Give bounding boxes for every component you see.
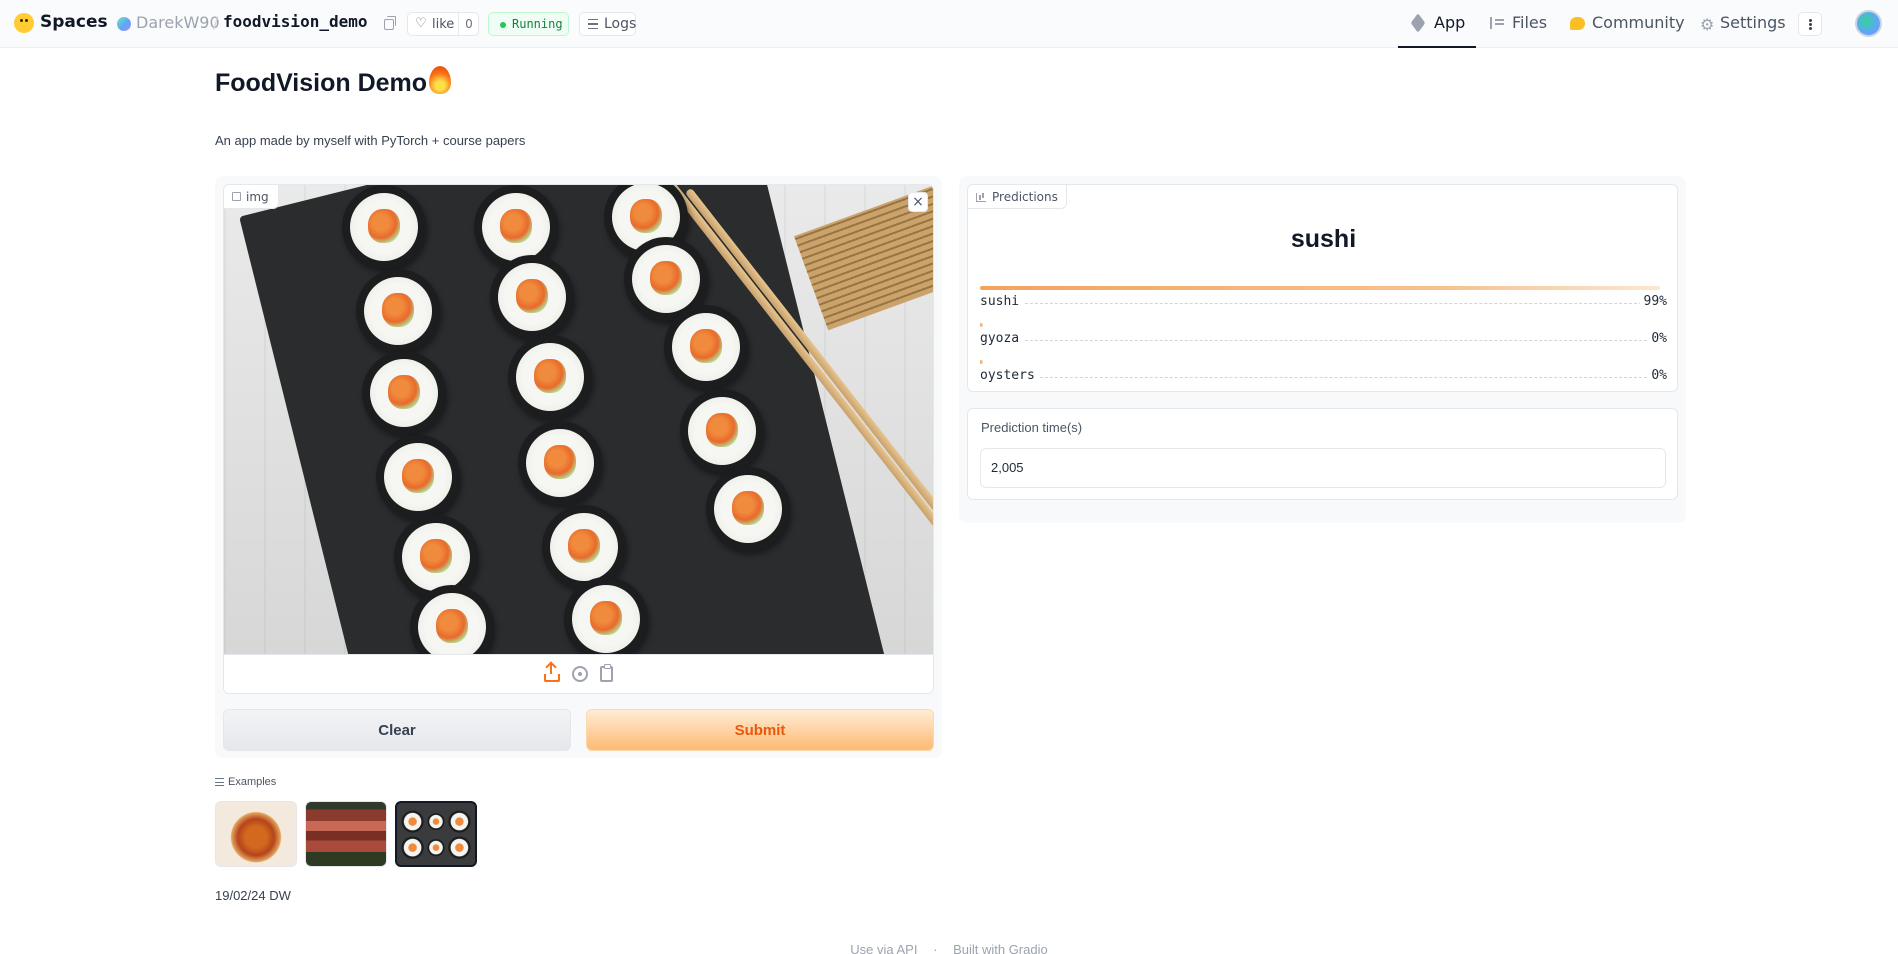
confidence-bar (980, 286, 1661, 290)
remove-image-button[interactable]: × (908, 192, 928, 212)
clear-button[interactable]: Clear (223, 709, 571, 751)
confidence-bar (980, 323, 983, 327)
submit-button[interactable]: Submit (586, 709, 934, 751)
tab-community[interactable]: Community (1568, 0, 1685, 48)
kebab-icon (1809, 19, 1812, 22)
page-description: An app made by myself with PyTorch + cou… (215, 133, 526, 148)
uploaded-food-image (224, 185, 933, 654)
class-name: gyoza (980, 331, 1024, 346)
prediction-time-label: Prediction time(s) (981, 420, 1083, 435)
article-text: 19/02/24 DW (215, 888, 291, 903)
tab-community-label: Community (1592, 13, 1685, 32)
image-input[interactable]: img × (223, 184, 934, 694)
owner-link[interactable]: DarekW90 (136, 13, 220, 32)
list-icon (215, 778, 224, 786)
class-percent: 0% (1647, 331, 1667, 346)
examples-heading: Examples (215, 776, 276, 788)
output-panel: Predictions sushi sushi 99% gyoza 0% oys… (959, 176, 1686, 523)
examples-label: Examples (228, 776, 277, 788)
sushi-roll (680, 389, 764, 473)
image-source-toolbar (224, 654, 933, 693)
example-thumbnail-steak[interactable] (305, 801, 387, 867)
class-name: oysters (980, 368, 1039, 383)
prediction-time-output: Prediction time(s) 2,005 (967, 408, 1678, 500)
tab-settings-label: Settings (1720, 13, 1786, 32)
gradio-footer: Use via API · Built with Gradio (0, 942, 1898, 954)
predictions-output: Predictions sushi sushi 99% gyoza 0% oys… (967, 184, 1678, 392)
sushi-roll (362, 351, 446, 435)
status-badge: Running (488, 12, 569, 36)
owner-avatar (117, 17, 131, 31)
status-dot-icon (500, 22, 506, 28)
use-via-api-link[interactable]: Use via API (850, 942, 917, 954)
confidence-row[interactable]: sushi 99% (980, 286, 1667, 316)
class-percent: 0% (1647, 368, 1667, 383)
sushi-roll (376, 435, 460, 519)
more-options-button[interactable] (1798, 12, 1822, 36)
files-icon (1490, 17, 1504, 29)
sushi-roll (518, 421, 602, 505)
like-count[interactable]: 0 (458, 13, 479, 35)
confidence-row[interactable]: gyoza 0% (980, 323, 1667, 353)
tab-settings[interactable]: ⚙ Settings (1698, 0, 1788, 48)
tab-app[interactable]: App (1398, 0, 1476, 48)
tab-files-label: Files (1512, 13, 1548, 32)
sushi-roll (356, 269, 440, 353)
bar-chart-icon (976, 193, 986, 202)
predictions-label-text: Predictions (992, 190, 1058, 204)
sushi-roll (542, 505, 626, 589)
gear-icon: ⚙ (1700, 15, 1715, 34)
top-prediction: sushi (1290, 225, 1357, 253)
dotted-leader (980, 377, 1667, 378)
page-title-text: FoodVision Demo (215, 69, 428, 97)
like-label: like (432, 17, 455, 32)
image-icon (232, 192, 241, 201)
example-thumbnail-sushi[interactable] (395, 801, 477, 867)
class-name: sushi (980, 294, 1024, 309)
upload-icon[interactable] (544, 664, 560, 682)
webcam-icon[interactable] (572, 666, 588, 682)
community-icon (1570, 17, 1585, 30)
predictions-label: Predictions (968, 185, 1067, 209)
prediction-time-field[interactable]: 2,005 (980, 448, 1666, 488)
footer-separator: · (933, 942, 938, 954)
dotted-leader (980, 303, 1667, 304)
cube-icon (1410, 13, 1426, 33)
spaces-link[interactable]: Spaces (40, 12, 108, 32)
sushi-roll (664, 305, 748, 389)
tab-app-label: App (1434, 13, 1466, 32)
logs-button[interactable]: Logs (579, 12, 636, 36)
sushi-roll (508, 335, 592, 419)
clipboard-icon[interactable] (600, 664, 613, 682)
user-avatar[interactable] (1855, 10, 1882, 37)
huggingface-logo-icon[interactable] (14, 13, 34, 33)
fire-emoji-icon (429, 66, 452, 94)
breadcrumb-separator: / (213, 13, 219, 32)
copy-icon[interactable] (384, 16, 396, 30)
heart-icon: ♡ (415, 16, 427, 31)
example-thumbnail-pizza[interactable] (215, 801, 297, 867)
class-percent: 99% (1639, 294, 1667, 309)
page-title: FoodVision Demo (215, 66, 452, 98)
sushi-roll (706, 467, 790, 551)
like-button[interactable]: ♡ like 0 (407, 12, 479, 36)
top-navbar: Spaces DarekW90 / foodvision_demo ♡ like… (0, 0, 1898, 48)
prediction-time-value: 2,005 (991, 460, 1024, 475)
input-panel: img × Clear Submit (215, 176, 942, 758)
sushi-roll (564, 577, 648, 654)
logs-icon (588, 19, 598, 29)
logs-label: Logs (604, 16, 637, 32)
repo-name-link[interactable]: foodvision_demo (223, 12, 368, 31)
image-input-label: img (224, 185, 279, 209)
status-text: Running (512, 17, 563, 31)
dotted-leader (980, 340, 1667, 341)
image-input-label-text: img (246, 190, 269, 204)
built-with-gradio-link[interactable]: Built with Gradio (953, 942, 1048, 954)
confidence-row[interactable]: oysters 0% (980, 360, 1667, 390)
tab-files[interactable]: Files (1488, 0, 1558, 48)
sushi-roll (342, 185, 426, 269)
sushi-roll (490, 255, 574, 339)
confidence-bar (980, 360, 983, 364)
